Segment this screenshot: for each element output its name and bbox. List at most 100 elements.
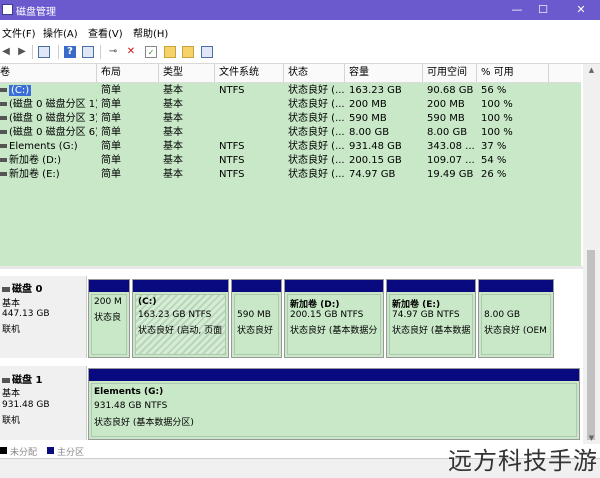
menu-view[interactable]: 查看(V) [88,25,123,40]
volume-capacity: 931.48 GB [349,141,402,152]
partition-size: 200 M [94,297,122,307]
volume-filesystem [215,112,284,126]
volume-free-space: 590 MB [427,113,465,124]
partition-block[interactable]: 8.00 GB 状态良好 (OEM [478,279,554,358]
drive-icon [0,158,7,162]
partition-block-selected[interactable]: (C:) 163.23 GB NTFS 状态良好 (启动, 页面 [132,279,229,358]
table-row[interactable]: 新加卷 (E:) 简单 基本 NTFS 状态良好 (... 74.97 GB 1… [0,168,581,182]
volume-type: 基本 [163,127,183,138]
view-options-icon[interactable] [201,46,213,58]
partition-size: 200.15 GB NTFS [290,310,364,320]
column-header-status[interactable]: 状态 [284,64,345,82]
close-button[interactable]: ✕ [566,0,596,20]
partition-name: Elements (G:) [94,387,164,397]
show-list-icon[interactable] [82,46,94,58]
column-header-capacity[interactable]: 容量 [345,64,423,82]
menu-help[interactable]: 帮助(H) [133,25,168,40]
volume-filesystem: NTFS [219,155,245,166]
table-row[interactable]: (C:) 简单 基本 NTFS 状态良好 (... 163.23 GB 90.6… [0,84,581,98]
volume-free-space: 19.49 GB [427,169,474,180]
maximize-button[interactable]: ☐ [528,0,558,20]
toolbar-divider [58,45,59,59]
console-tree-icon[interactable] [38,46,50,58]
volume-type: 基本 [163,155,183,166]
volume-free-space: 109.07 ... [427,155,475,166]
disk-0-info[interactable]: 磁盘 0 基本 447.13 GB 联机 [0,276,87,358]
connect-disk-icon[interactable]: ⊸ [107,46,119,58]
volume-filesystem [215,98,284,112]
column-header-percent-free[interactable]: % 可用 [477,64,549,82]
volume-capacity: 74.97 GB [349,169,396,180]
partition-size: 163.23 GB NTFS [138,310,212,320]
column-header-filesystem[interactable]: 文件系统 [215,64,284,82]
partition-status: 状态良好 (基本数据分 [290,326,378,336]
volume-status: 状态良好 (... [288,99,345,110]
partition-status: 状态良好 (启动, 页面 [138,326,223,336]
volume-status: 状态良好 (... [288,155,345,166]
volume-capacity: 200 MB [349,99,387,110]
volume-filesystem: NTFS [219,141,245,152]
volume-status: 状态良好 (... [288,127,345,138]
delete-icon[interactable]: ✕ [125,46,137,58]
table-row[interactable]: Elements (G:) 简单 基本 NTFS 状态良好 (... 931.4… [0,140,581,154]
menu-action[interactable]: 操作(A) [43,25,78,40]
partition-status: 状态良好 (基本数据 [392,326,471,336]
partition-size: 74.97 GB NTFS [392,310,460,320]
disk-management-icon [2,4,13,15]
back-arrow-icon[interactable]: ◀ [0,46,12,58]
drive-icon [0,144,7,148]
legend-primary-swatch [47,447,54,454]
scrollbar-thumb[interactable] [587,250,595,440]
new-folder-icon[interactable] [164,46,176,58]
partition-name: 新加卷 (D:) [290,300,340,310]
volume-status: 状态良好 (... [288,169,345,180]
partition-block[interactable]: Elements (G:) 931.48 GB NTFS 状态良好 (基本数据分… [88,368,580,440]
volume-status: 状态良好 (... [288,85,345,96]
volume-percent-free: 100 % [481,113,513,124]
properties-check-icon[interactable]: ✓ [145,46,157,58]
partition-size: 590 MB [237,310,271,320]
partition-size: 931.48 GB NTFS [94,401,168,411]
disk-title: 磁盘 1 [12,375,43,386]
partition-status: 状态良好 [237,326,274,336]
disk-1-info[interactable]: 磁盘 1 基本 931.48 GB 联机 [0,366,87,440]
table-row[interactable]: 新加卷 (D:) 简单 基本 NTFS 状态良好 (... 200.15 GB … [0,154,581,168]
volume-percent-free: 100 % [481,127,513,138]
volume-name: (磁盘 0 磁盘分区 1) [9,99,97,110]
volume-layout: 简单 [101,99,121,110]
partition-block[interactable]: 590 MB 状态良好 [231,279,282,358]
column-header-free-space[interactable]: 可用空间 [423,64,477,82]
open-folder-icon[interactable] [182,46,194,58]
volume-layout: 简单 [101,113,121,124]
toolbar: ◀ ▶ ? ⊸ ✕ ✓ [0,41,600,64]
table-row[interactable]: (磁盘 0 磁盘分区 1) 简单 基本 状态良好 (... 200 MB 200… [0,98,581,112]
partition-block[interactable]: 新加卷 (D:) 200.15 GB NTFS 状态良好 (基本数据分 [284,279,384,358]
column-header-layout[interactable]: 布局 [97,64,159,82]
table-row[interactable]: (磁盘 0 磁盘分区 6) 简单 基本 状态良好 (... 8.00 GB 8.… [0,126,581,140]
column-header-type[interactable]: 类型 [159,64,215,82]
volume-free-space: 90.68 GB [427,85,474,96]
volume-list-header: 卷 布局 类型 文件系统 状态 容量 可用空间 % 可用 [0,64,581,83]
vertical-scrollbar[interactable]: ▲ ▼ [583,64,600,444]
partition-block[interactable]: 新加卷 (E:) 74.97 GB NTFS 状态良好 (基本数据 [386,279,476,358]
volume-percent-free: 56 % [481,85,507,96]
pane-splitter[interactable] [0,266,583,269]
forward-arrow-icon[interactable]: ▶ [16,46,28,58]
volume-percent-free: 26 % [481,169,507,180]
volume-capacity: 200.15 GB [349,155,402,166]
table-row[interactable]: (磁盘 0 磁盘分区 3) 简单 基本 状态良好 (... 590 MB 590… [0,112,581,126]
partition-block[interactable]: 200 M 状态良 [88,279,130,358]
column-header-volume[interactable]: 卷 [0,64,97,82]
title-bar: 磁盘管理 — ☐ ✕ [0,0,600,20]
legend-unallocated-label: 未分配 [10,448,38,458]
volume-capacity: 163.23 GB [349,85,402,96]
help-icon[interactable]: ? [64,46,76,58]
scroll-up-icon[interactable]: ▲ [583,64,600,76]
menu-file[interactable]: 文件(F) [2,25,36,40]
toolbar-divider [100,45,101,59]
volume-type: 基本 [163,113,183,124]
volume-free-space: 343.08 ... [427,141,475,152]
volume-filesystem [215,126,284,140]
drive-icon [0,88,7,92]
drive-icon [0,130,7,134]
